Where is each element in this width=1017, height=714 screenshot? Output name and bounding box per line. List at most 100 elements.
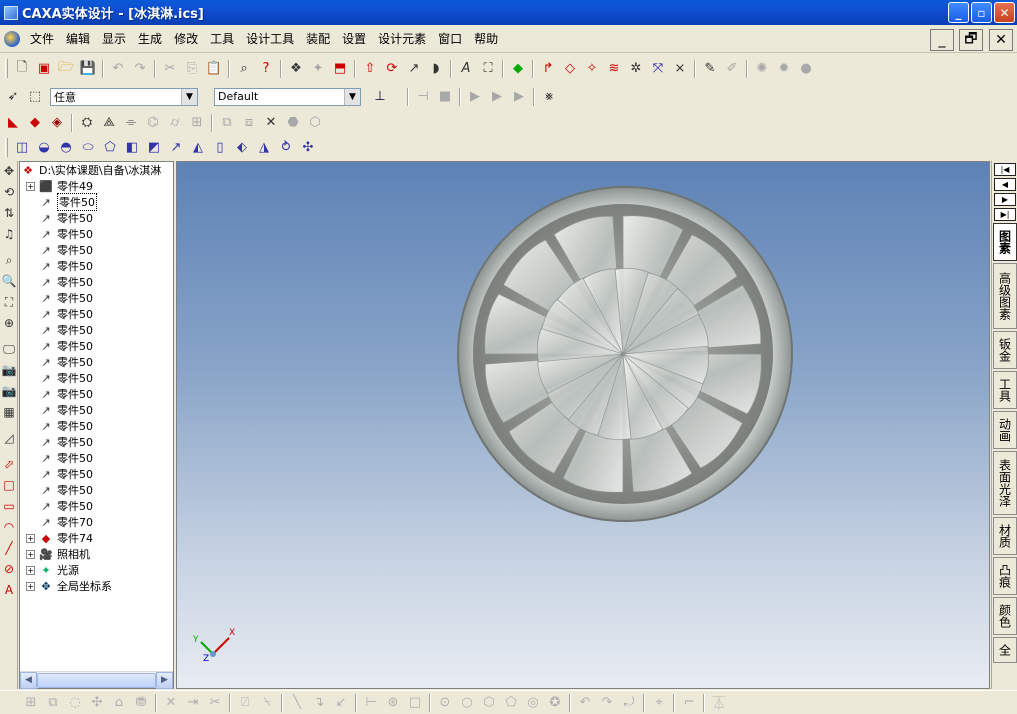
style-combo[interactable]: Default ▼	[214, 87, 361, 106]
pan-icon[interactable]: ✥	[0, 161, 18, 181]
rotate-view-icon[interactable]: ⇅	[0, 203, 18, 223]
arrow-red-icon[interactable]: ↱	[537, 59, 559, 79]
tree-horizontal-scrollbar[interactable]: ◀ ▶	[20, 671, 173, 689]
surface-12-icon[interactable]: ◮	[253, 138, 275, 158]
mirror-icon[interactable]: ⬣	[282, 113, 304, 133]
tab-element-2[interactable]: 钣金	[993, 331, 1017, 369]
tab-first-icon[interactable]: |◀	[994, 163, 1016, 176]
tree-item[interactable]: ↗ 零件50	[20, 322, 173, 338]
expand-icon[interactable]: +	[26, 549, 35, 559]
shell-icon[interactable]: ⌯	[120, 113, 142, 133]
block-4-icon[interactable]: ▶	[508, 87, 530, 107]
tab-element-6[interactable]: 材质	[993, 517, 1017, 555]
dimension-icon[interactable]: ⊣	[412, 87, 434, 107]
tab-element-0[interactable]: 图素	[993, 223, 1017, 261]
bt-18-icon[interactable]: ⊙	[434, 693, 456, 713]
maximize-button[interactable]: ▫	[971, 2, 992, 23]
minimize-button[interactable]: _	[948, 2, 969, 23]
bt-27-icon[interactable]: ⌖	[648, 693, 670, 713]
surface-5-icon[interactable]: ⬠	[99, 138, 121, 158]
new-drawing-icon[interactable]: ▣	[33, 59, 55, 79]
bt-15-icon[interactable]: ⊢	[360, 693, 382, 713]
surface-6-icon[interactable]: ◧	[121, 138, 143, 158]
tree-item[interactable]: ↗ 零件50	[20, 354, 173, 370]
zoom-fit-icon[interactable]: ⛶	[0, 292, 18, 312]
camera-2-icon[interactable]: 📷	[0, 381, 18, 401]
bt-29-icon[interactable]: ⏄	[708, 693, 730, 713]
chevron-down-icon[interactable]: ▼	[181, 88, 197, 105]
surface-2-icon[interactable]: ◒	[33, 138, 55, 158]
smart-render-icon[interactable]: ✦	[307, 59, 329, 79]
tab-prev-icon[interactable]: ◀	[994, 178, 1016, 191]
menu-help[interactable]: 帮助	[468, 30, 504, 47]
grid-icon[interactable]: ▦	[0, 402, 18, 422]
tree-item[interactable]: ↗ 零件70	[20, 514, 173, 530]
surface-7-icon[interactable]: ◩	[143, 138, 165, 158]
revolve-icon[interactable]: ◆	[24, 113, 46, 133]
find-icon[interactable]: ⌕	[233, 59, 255, 79]
bt-21-icon[interactable]: ⬠	[500, 693, 522, 713]
bt-6-icon[interactable]: ⛃	[130, 693, 152, 713]
move-up-icon[interactable]: ⇧	[359, 59, 381, 79]
surface-9-icon[interactable]: ◭	[187, 138, 209, 158]
light-1-icon[interactable]: ✺	[751, 59, 773, 79]
render-style-icon[interactable]: ◿	[0, 428, 18, 448]
rect-2-icon[interactable]: ▭	[0, 496, 18, 516]
tree-item[interactable]: ↗ 零件50	[20, 226, 173, 242]
bt-16-icon[interactable]: ⊛	[382, 693, 404, 713]
constraint-icon[interactable]: ⤧	[647, 59, 669, 79]
menu-tools[interactable]: 工具	[204, 30, 240, 47]
bt-11-icon[interactable]: ⍀	[256, 693, 278, 713]
tree-item[interactable]: ↗ 零件50	[20, 450, 173, 466]
bt-24-icon[interactable]: ↶	[574, 693, 596, 713]
tab-element-3[interactable]: 工具	[993, 371, 1017, 409]
circle-icon[interactable]: ⊘	[0, 559, 18, 579]
walk-icon[interactable]: ♫	[0, 224, 18, 244]
menu-file[interactable]: 文件	[24, 30, 60, 47]
tree-item[interactable]: ↗ 零件50	[20, 210, 173, 226]
cross-icon[interactable]: ⨯	[669, 59, 691, 79]
tab-element-8[interactable]: 颜色	[993, 597, 1017, 635]
tab-last-icon[interactable]: ▶|	[994, 208, 1016, 221]
bt-3-icon[interactable]: ◌	[64, 693, 86, 713]
surface-10-icon[interactable]: ▯	[209, 138, 231, 158]
array-1-icon[interactable]: ⧉	[216, 113, 238, 133]
fillet-icon[interactable]: ⛭	[76, 113, 98, 133]
bt-10-icon[interactable]: ⍁	[234, 693, 256, 713]
toolbox-icon[interactable]: ⬒	[329, 59, 351, 79]
bt-1-icon[interactable]: ⊞	[20, 693, 42, 713]
new-icon[interactable]: 🗋	[11, 59, 33, 79]
line-icon[interactable]: ╱	[0, 538, 18, 558]
sketch-icon[interactable]: ⬀	[0, 454, 18, 474]
ice-cream-model[interactable]: X Y Z	[177, 162, 990, 689]
boolean-icon[interactable]: ⊞	[186, 113, 208, 133]
surface-8-icon[interactable]: ↗	[165, 138, 187, 158]
bt-13-icon[interactable]: ↴	[308, 693, 330, 713]
block-2-icon[interactable]: ▶	[464, 87, 486, 107]
bt-19-icon[interactable]: ○	[456, 693, 478, 713]
menu-design-elements[interactable]: 设计元素	[372, 30, 432, 47]
help-pointer-icon[interactable]: ?	[255, 59, 277, 79]
hierarchy-icon[interactable]: ⊥	[369, 87, 391, 107]
save-icon[interactable]: 💾	[77, 59, 99, 79]
select-box-icon[interactable]: ⬚	[24, 87, 46, 107]
bt-14-icon[interactable]: ↙	[330, 693, 352, 713]
arc-icon[interactable]: ↗	[403, 59, 425, 79]
chamfer-icon[interactable]: ⟁	[98, 113, 120, 133]
tree-item[interactable]: ↗ 零件50	[20, 306, 173, 322]
tool-cross-icon[interactable]: ⨳	[538, 87, 560, 107]
tab-element-4[interactable]: 动画	[993, 411, 1017, 449]
spark-icon[interactable]: ✲	[625, 59, 647, 79]
array-2-icon[interactable]: ⧈	[238, 113, 260, 133]
menu-assembly[interactable]: 装配	[300, 30, 336, 47]
block-1-icon[interactable]: ■	[434, 87, 456, 107]
bt-25-icon[interactable]: ↷	[596, 693, 618, 713]
tree-item[interactable]: ↗ 零件50	[20, 434, 173, 450]
rotate-icon[interactable]: ⟳	[381, 59, 403, 79]
bt-26-icon[interactable]: ⤾	[618, 693, 640, 713]
tree-item[interactable]: ↗ 零件50	[20, 466, 173, 482]
menu-edit[interactable]: 编辑	[60, 30, 96, 47]
scale-icon[interactable]: ✕	[260, 113, 282, 133]
zoom-window-icon[interactable]: 🔍	[0, 271, 18, 291]
tree-root[interactable]: ❖ D:\实体课题\自备\冰淇淋	[20, 162, 173, 178]
